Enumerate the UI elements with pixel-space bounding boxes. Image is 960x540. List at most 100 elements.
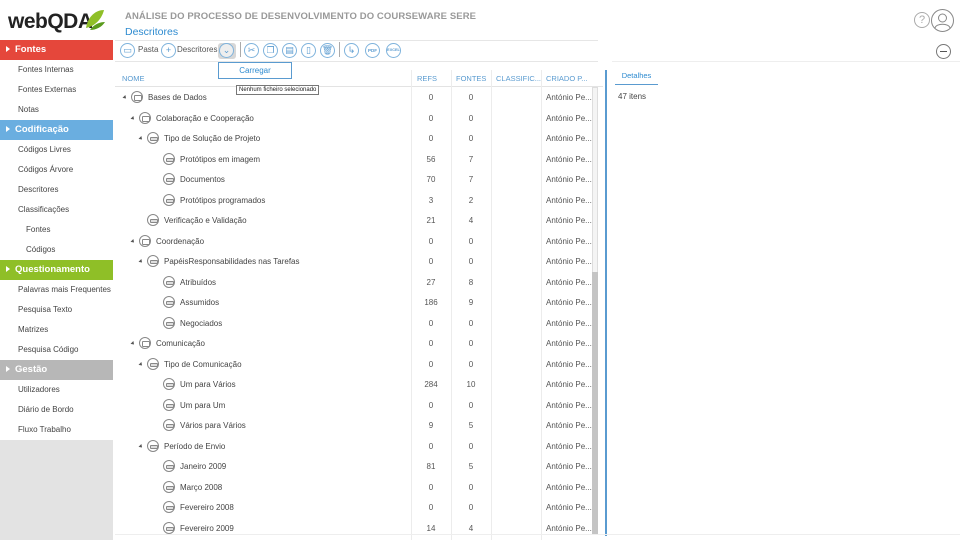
sidebar-item[interactable]: Fontes Externas [0, 80, 113, 100]
upload-dropdown-button[interactable]: ⌄ [218, 43, 236, 59]
sidebar-item[interactable]: Pesquisa Código [0, 340, 113, 360]
column-header-refs[interactable]: REFS [417, 74, 437, 83]
project-title: ANÁLISE DO PROCESSO DE DESENVOLVIMENTO D… [125, 11, 477, 22]
sidebar-item[interactable]: Códigos Livres [0, 140, 113, 160]
table-row[interactable]: Colaboração e Cooperação 0 0 António Pe... [115, 108, 592, 128]
table-row[interactable]: Protótipos programados 3 2 António Pe... [115, 190, 592, 210]
table-row[interactable]: Bases de Dados 0 0 António Pe... [115, 87, 592, 107]
help-icon[interactable]: ? [914, 12, 930, 28]
column-header-classificacao[interactable]: CLASSIFIC... [496, 74, 541, 83]
sidebar-item[interactable]: Fluxo Trabalho [0, 420, 113, 440]
table-row[interactable]: Atribuídos 27 8 António Pe... [115, 272, 592, 292]
descriptor-icon [163, 378, 175, 390]
sidebar-item[interactable]: Matrizes [0, 320, 113, 340]
sidebar-item[interactable]: Códigos [0, 240, 113, 260]
row-fontes: 5 [468, 421, 474, 430]
sidebar-item[interactable]: Descritores [0, 180, 113, 200]
descriptor-icon [147, 214, 159, 226]
toolbar: ▭ Pasta + Descritores ⌄ ✂ ❐ ▤ ▯ 🗑 ↳ PDF … [118, 41, 598, 61]
row-fontes: 10 [466, 380, 476, 389]
section-header-3[interactable]: Gestão [0, 360, 113, 380]
table-row[interactable]: Janeiro 2009 81 5 António Pe... [115, 456, 592, 476]
file-tooltip: Nenhum ficheiro selecionado [236, 85, 320, 95]
sidebar-item[interactable]: Pesquisa Texto [0, 300, 113, 320]
upload-option-carregar[interactable]: Carregar [218, 62, 292, 79]
leaf-icon [86, 10, 105, 30]
table-row[interactable]: Um para Um 0 0 António Pe... [115, 395, 592, 415]
section-items: Utilizadores Diário de Bordo Fluxo Trabalh… [0, 380, 113, 440]
table-row[interactable]: Tipo de Solução de Projeto 0 0 António Pe..… [115, 128, 592, 148]
sidebar-item[interactable]: Notas [0, 100, 113, 120]
sidebar: webQDA Fontes Fontes Internas Fontes Exter… [0, 0, 113, 540]
row-author: António Pe... [546, 236, 592, 246]
row-name: Protótipos programados [180, 195, 266, 205]
sidebar-item[interactable]: Códigos Árvore [0, 160, 113, 180]
table-row[interactable]: Vários para Vários 9 5 António Pe... [115, 415, 592, 435]
row-author: António Pe... [546, 400, 592, 410]
collapse-panel-button[interactable] [936, 44, 951, 59]
descriptor-icon [163, 521, 175, 534]
page-title: Descritores [125, 26, 179, 38]
expand-toggle-icon[interactable] [130, 341, 136, 346]
row-author: António Pe... [546, 380, 592, 389]
expand-toggle-icon[interactable] [138, 361, 144, 367]
section-header-2[interactable]: Questionamento [0, 260, 113, 280]
row-author: António Pe... [546, 154, 592, 164]
row-fontes: 0 [468, 113, 474, 123]
row-name: Bases de Dados [148, 93, 207, 102]
table-row[interactable]: Protótipos em imagem 56 7 António Pe... [115, 149, 592, 169]
section-header-1[interactable]: Codificação [0, 120, 113, 140]
descritores-label: Descritores [177, 45, 218, 54]
logo[interactable]: webQDA [0, 0, 113, 40]
row-refs: 27 [426, 277, 436, 287]
row-name: Um para Um [180, 400, 226, 410]
scrollbar-thumb[interactable] [592, 272, 598, 534]
table-row[interactable]: Verificação e Validação 21 4 António Pe... [115, 210, 592, 230]
panel-splitter[interactable] [605, 70, 607, 536]
expand-toggle-icon[interactable] [138, 259, 144, 264]
row-fontes: 0 [468, 236, 474, 246]
table-row[interactable]: Negociados 0 0 António Pe... [115, 313, 592, 333]
section-header-0[interactable]: Fontes [0, 40, 113, 60]
row-author: António Pe... [546, 298, 592, 307]
sidebar-item[interactable]: Fontes Internas [0, 60, 113, 80]
section-items: Palavras mais Frequentes Pesquisa Texto Ma… [0, 280, 113, 360]
table-row[interactable]: Documentos 70 7 António Pe... [115, 169, 592, 189]
row-name: Coordenação [156, 236, 205, 246]
table-row[interactable]: Período de Envio 0 0 António Pe... [115, 436, 592, 456]
expand-toggle-icon[interactable] [138, 443, 144, 449]
expand-toggle-icon[interactable] [138, 136, 144, 141]
table-row[interactable]: Um para Vários 284 10 António Pe... [115, 374, 592, 394]
table-row[interactable]: Comunicação 0 0 António Pe... [115, 333, 592, 353]
user-avatar-icon[interactable] [931, 9, 954, 32]
column-header-criado-por[interactable]: CRIADO P... [546, 74, 588, 83]
sidebar-item[interactable]: Palavras mais Frequentes [0, 280, 113, 300]
sidebar-item[interactable]: Utilizadores [0, 380, 113, 400]
bottom-border [115, 534, 960, 535]
sidebar-nav: Fontes Fontes Internas Fontes Externas Nota… [0, 40, 113, 440]
row-refs: 0 [428, 134, 434, 143]
table-row[interactable]: Tipo de Comunicação 0 0 António Pe... [115, 354, 592, 374]
sidebar-item[interactable]: Diário de Bordo [0, 400, 113, 420]
section-title: Questionamento [15, 264, 90, 275]
column-header-fontes[interactable]: FONTES [456, 74, 486, 83]
table-row[interactable]: PapéisResponsabilidades nas Tarefas 0 0 Ant… [115, 251, 592, 271]
table-row[interactable]: Março 2008 0 0 António Pe... [115, 477, 592, 497]
toolbar-separator [339, 42, 340, 57]
row-author: António Pe... [546, 441, 592, 451]
tab-detalhes[interactable]: Detalhes [615, 70, 658, 85]
table-row[interactable]: Assumidos 186 9 António Pe... [115, 292, 592, 312]
row-author: António Pe... [546, 359, 592, 369]
logo-text: webQDA [8, 10, 93, 33]
sidebar-item[interactable]: Fontes [0, 220, 113, 240]
sidebar-item[interactable]: Classificações [0, 200, 113, 220]
table-row[interactable]: Coordenação 0 0 António Pe... [115, 231, 592, 251]
expand-toggle-icon[interactable] [122, 95, 128, 100]
row-fontes: 7 [468, 175, 474, 184]
expand-toggle-icon[interactable] [130, 238, 136, 244]
toolbar-bottom-border [115, 61, 598, 62]
table-row[interactable]: Fevereiro 2008 0 0 António Pe... [115, 497, 592, 517]
expand-toggle-icon[interactable] [130, 115, 136, 121]
row-fontes: 0 [468, 257, 474, 266]
column-header-nome[interactable]: NOME [122, 74, 145, 83]
